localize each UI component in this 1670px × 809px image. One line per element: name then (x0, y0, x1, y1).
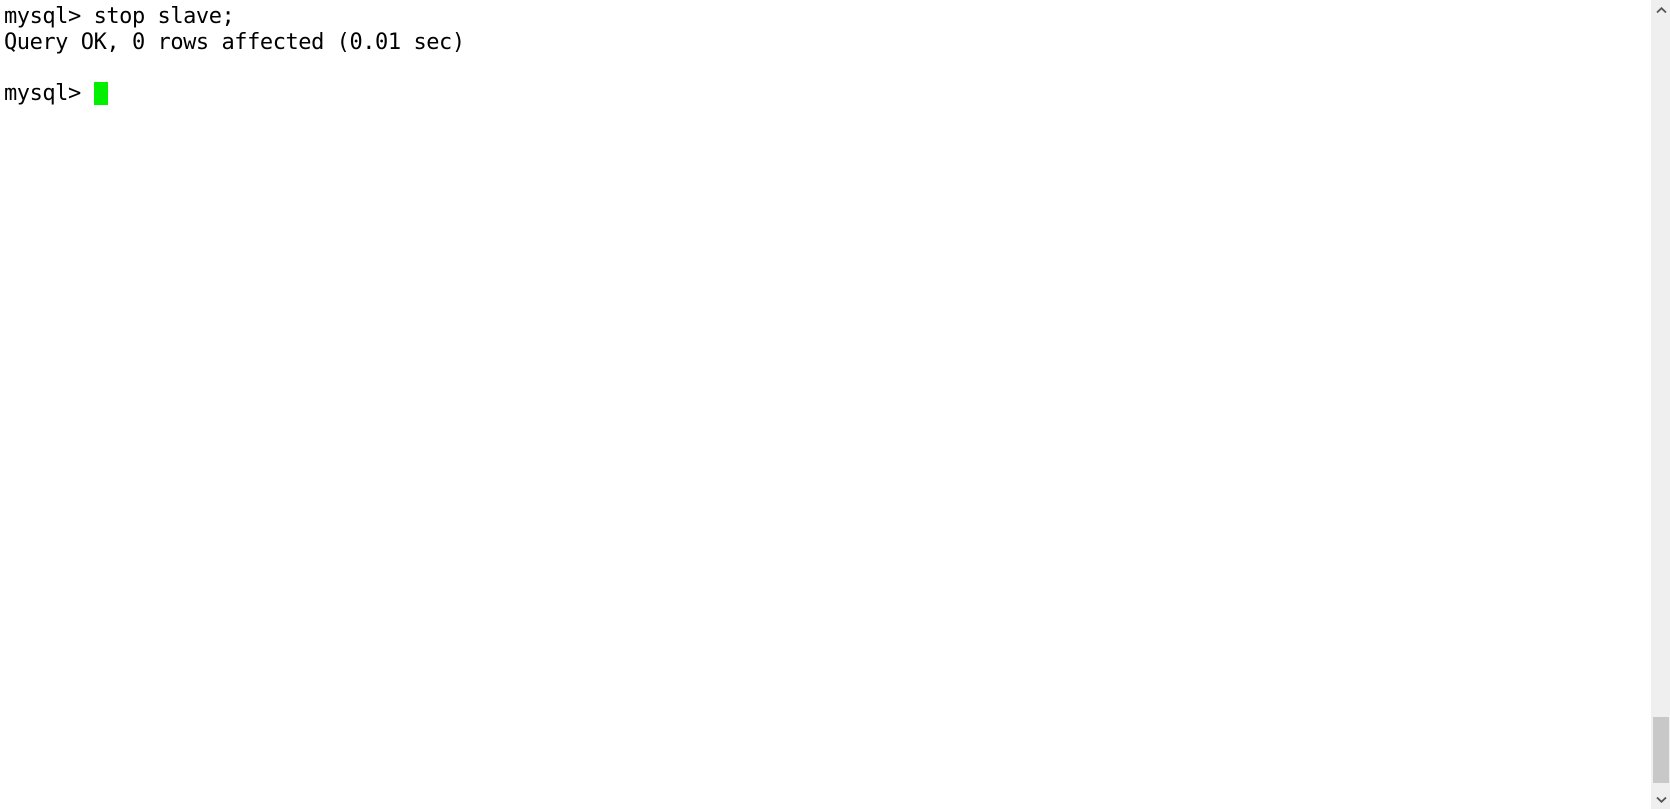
scroll-up-button[interactable] (1651, 0, 1670, 20)
chevron-up-icon (1655, 6, 1667, 14)
terminal-output-area[interactable]: mysql> stop slave; Query OK, 0 rows affe… (0, 0, 1650, 809)
terminal-window: mysql> stop slave; Query OK, 0 rows affe… (0, 0, 1670, 809)
terminal-line-command: mysql> stop slave; (4, 4, 235, 29)
terminal-prompt-label: mysql> (4, 80, 94, 106)
scroll-down-button[interactable] (1651, 789, 1670, 809)
block-cursor-icon (93, 81, 108, 105)
terminal-line-output: Query OK, 0 rows affected (0.01 sec) (4, 29, 465, 55)
vertical-scrollbar[interactable] (1650, 0, 1670, 809)
chevron-down-icon (1655, 796, 1667, 803)
scrollbar-thumb[interactable] (1653, 717, 1669, 783)
terminal-prompt-line[interactable]: mysql> (4, 81, 1650, 107)
